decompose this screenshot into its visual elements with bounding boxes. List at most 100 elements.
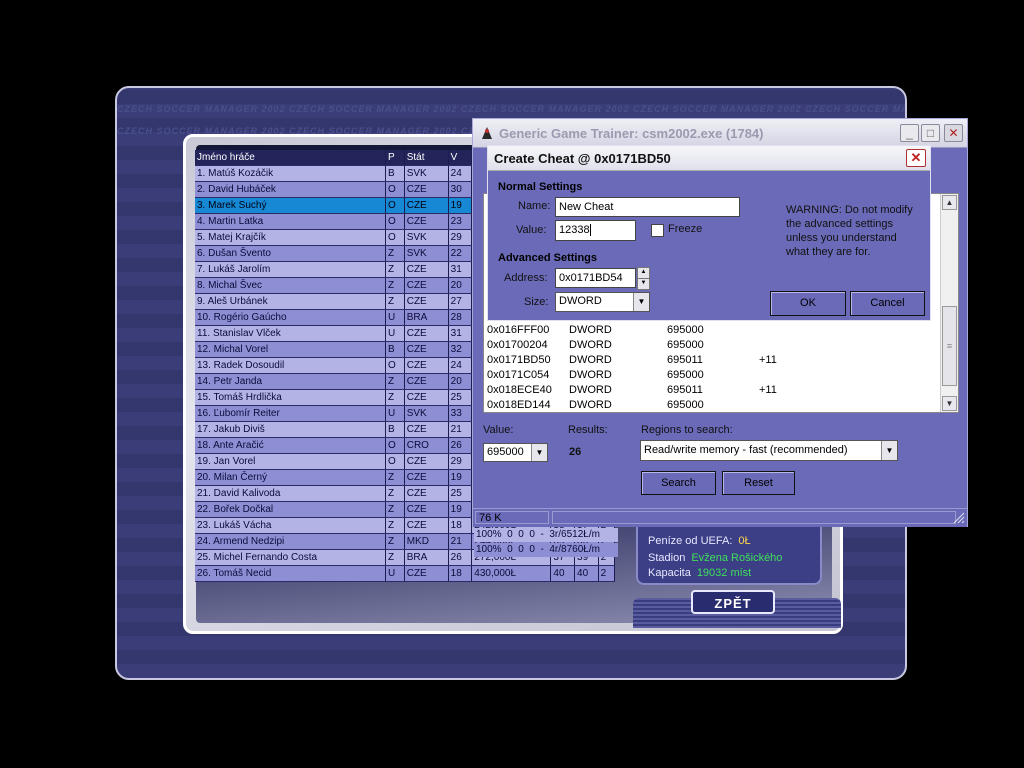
- capacity-label: Kapacita: [648, 567, 691, 579]
- status-bar: 76 K: [473, 508, 967, 527]
- player-row[interactable]: 26. Tomáš Necid U CZE 18 430,000Ł 40 40 2: [195, 565, 616, 582]
- spin-up-icon[interactable]: ▲: [637, 267, 650, 279]
- dialog-titlebar[interactable]: Create Cheat @ 0x0171BD50 ✕: [488, 146, 930, 171]
- player-cell: CZE: [404, 325, 449, 342]
- size-combo[interactable]: DWORD ▼: [555, 292, 650, 312]
- player-cell: U: [385, 325, 405, 342]
- player-cell: 3. Marek Suchý: [195, 197, 386, 214]
- player-cell: 29: [448, 453, 473, 470]
- trainer-titlebar[interactable]: Generic Game Trainer: csm2002.exe (1784)…: [473, 119, 967, 148]
- cancel-button[interactable]: Cancel: [850, 291, 925, 316]
- player-cell: 22. Bořek Dočkal: [195, 501, 386, 518]
- player-cell: SVK: [404, 165, 449, 182]
- player-cell: SVK: [404, 229, 449, 246]
- player-cell: CZE: [404, 501, 449, 518]
- player-cell: CRO: [404, 437, 449, 454]
- scroll-down-icon[interactable]: ▼: [942, 396, 957, 411]
- chevron-down-icon[interactable]: ▼: [633, 293, 649, 311]
- player-cell: 10. Rogério Gaúcho: [195, 309, 386, 326]
- address-input[interactable]: 0x0171BD54: [555, 268, 636, 288]
- freeze-checkbox[interactable]: [651, 224, 664, 237]
- player-cell: O: [385, 357, 405, 374]
- maximize-button[interactable]: □: [921, 124, 940, 142]
- chevron-down-icon[interactable]: ▼: [531, 444, 547, 461]
- player-cell: 24. Armend Nedzipi: [195, 533, 386, 550]
- player-cell: 25: [448, 389, 473, 406]
- player-cell: U: [385, 405, 405, 422]
- address-spinner[interactable]: ▲ ▼: [637, 267, 650, 290]
- cheat-value-input[interactable]: 12338: [555, 220, 636, 241]
- player-cell: 15. Tomáš Hrdlička: [195, 389, 386, 406]
- name-label: Name:: [518, 200, 551, 212]
- player-cell: CZE: [404, 293, 449, 310]
- player-cell: 430,000Ł: [471, 565, 552, 582]
- scroll-thumb[interactable]: ≡: [942, 306, 957, 386]
- player-cell: 32: [448, 341, 473, 358]
- player-cell: B: [385, 165, 405, 182]
- player-cell: CZE: [404, 341, 449, 358]
- minimize-button[interactable]: _: [900, 124, 919, 142]
- player-cell: Z: [385, 245, 405, 262]
- result-cell: 695000: [667, 369, 704, 381]
- reset-button[interactable]: Reset: [722, 471, 795, 495]
- trainer-title: Generic Game Trainer: csm2002.exe (1784): [499, 126, 764, 141]
- player-row-25-extra: 100% 0 0 0 - 3r/6512Ł/m: [474, 528, 618, 542]
- player-cell: O: [385, 229, 405, 246]
- result-cell: 0x0171BD50: [487, 354, 551, 366]
- result-cell: 695000: [667, 399, 704, 411]
- player-cell: 21: [448, 421, 473, 438]
- ok-button[interactable]: OK: [770, 291, 846, 316]
- dialog-close-button[interactable]: ✕: [906, 149, 926, 167]
- player-cell: CZE: [404, 485, 449, 502]
- freeze-label: Freeze: [668, 223, 703, 235]
- player-cell: 22: [448, 245, 473, 262]
- stadium-value: Evžena Rošického: [691, 552, 783, 564]
- player-cell: Z: [385, 389, 405, 406]
- result-cell: 695011: [667, 384, 703, 396]
- player-cell: Z: [385, 293, 405, 310]
- player-cell: 9. Aleš Urbánek: [195, 293, 386, 310]
- scroll-up-icon[interactable]: ▲: [942, 195, 957, 210]
- result-cell: DWORD: [569, 369, 612, 381]
- player-cell: 13. Radek Dosoudil: [195, 357, 386, 374]
- regions-combo[interactable]: Read/write memory - fast (recommended) ▼: [640, 440, 898, 461]
- results-label: Results:: [568, 424, 608, 436]
- result-cell: 0x018ECE40: [487, 384, 552, 396]
- player-cell: CZE: [404, 389, 449, 406]
- regions-combo-text: Read/write memory - fast (recommended): [644, 444, 848, 456]
- player-cell: 11. Stanislav Vlček: [195, 325, 386, 342]
- player-cell: 31: [448, 261, 473, 278]
- player-cell: 28: [448, 309, 473, 326]
- column-header[interactable]: Jméno hráče: [195, 150, 386, 166]
- result-cell: 0x016FFF00: [487, 324, 550, 336]
- column-header[interactable]: Stát: [404, 150, 449, 166]
- value-combo[interactable]: 695000 ▼: [483, 443, 548, 462]
- player-cell: CZE: [404, 469, 449, 486]
- spin-down-icon[interactable]: ▼: [637, 279, 650, 290]
- player-cell: 19: [448, 197, 473, 214]
- column-header[interactable]: V: [448, 150, 473, 166]
- back-button[interactable]: ZPĚT: [691, 590, 775, 614]
- player-cell: O: [385, 453, 405, 470]
- chevron-down-icon[interactable]: ▼: [881, 441, 897, 460]
- value-combo-text: 695000: [487, 446, 524, 458]
- player-cell: 24: [448, 165, 473, 182]
- results-scrollbar[interactable]: ▲ ≡ ▼: [940, 194, 958, 412]
- player-cell: Z: [385, 373, 405, 390]
- cheat-name-input[interactable]: New Cheat: [555, 197, 740, 217]
- player-cell: 30: [448, 181, 473, 198]
- close-button[interactable]: ✕: [944, 124, 963, 142]
- player-cell: 14. Petr Janda: [195, 373, 386, 390]
- uefa-label: Peníze od UEFA:: [648, 535, 733, 547]
- result-cell: DWORD: [569, 354, 612, 366]
- player-cell: O: [385, 437, 405, 454]
- player-cell: 20. Milan Černý: [195, 469, 386, 486]
- player-cell: CZE: [404, 565, 449, 582]
- search-button[interactable]: Search: [641, 471, 716, 495]
- column-header[interactable]: P: [385, 150, 405, 166]
- player-cell: CZE: [404, 453, 449, 470]
- player-cell: CZE: [404, 277, 449, 294]
- result-cell: DWORD: [569, 339, 612, 351]
- resize-grip-icon[interactable]: [953, 512, 965, 524]
- player-cell: 24: [448, 357, 473, 374]
